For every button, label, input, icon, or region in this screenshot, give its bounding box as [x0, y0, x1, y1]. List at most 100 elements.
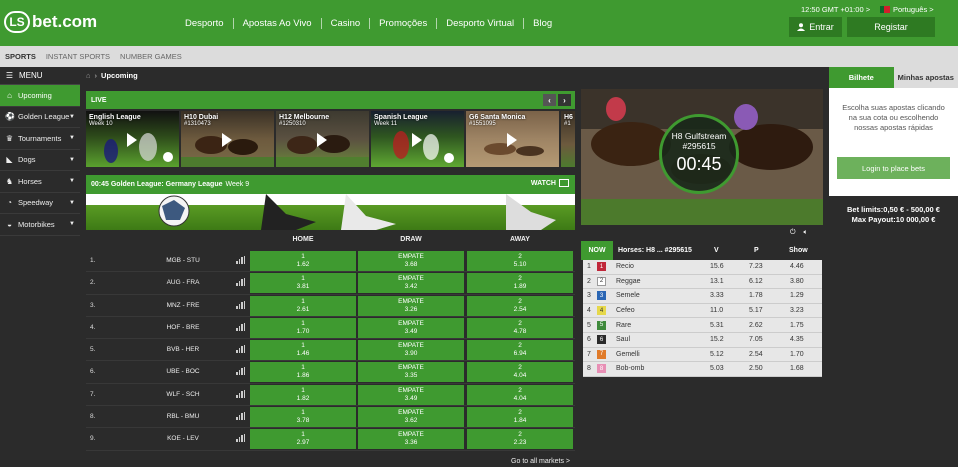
- sidebar-item-tournaments[interactable]: ♛ Tournaments ▼: [0, 128, 80, 150]
- power-icon[interactable]: ⏻: [790, 229, 796, 237]
- watch-button[interactable]: WATCH: [531, 179, 569, 187]
- odd-home-button[interactable]: 1 3.81: [250, 273, 356, 294]
- stats-icon[interactable]: [236, 389, 245, 398]
- odd-home-button[interactable]: 1 1.82: [250, 384, 356, 405]
- runner-place-odd[interactable]: 2.50: [749, 365, 763, 372]
- runner-win-odd[interactable]: 5.31: [710, 322, 724, 329]
- runner-row[interactable]: 4 4 Cefeo 11.0 5.17 3.23: [583, 304, 822, 319]
- tab-minhas-apostas[interactable]: Minhas apostas: [893, 67, 958, 88]
- odd-home-button[interactable]: 1 1.86: [250, 362, 356, 383]
- odd-home-button[interactable]: 1 3.78: [250, 407, 356, 428]
- runner-place-odd[interactable]: 5.17: [749, 307, 763, 314]
- subnav-sports[interactable]: SPORTS: [0, 52, 41, 61]
- stats-icon[interactable]: [236, 412, 245, 421]
- odd-draw-button[interactable]: EMPATE 3.62: [358, 407, 464, 428]
- live-event-thumb[interactable]: Spanish League Week 11: [371, 111, 464, 167]
- nav-apostas-ao-vivo[interactable]: Apostas Ao Vivo: [234, 18, 322, 29]
- subnav-instant-sports[interactable]: INSTANT SPORTS: [41, 52, 115, 61]
- runner-show-odd[interactable]: 4.46: [790, 263, 804, 270]
- runner-show-odd[interactable]: 1.29: [790, 292, 804, 299]
- live-event-thumb[interactable]: G6 Santa Monica #1551095: [466, 111, 559, 167]
- odd-away-button[interactable]: 2 1.84: [467, 407, 573, 428]
- sidebar-item-speedway[interactable]: ◔ Speedway ▼: [0, 193, 80, 214]
- runner-show-odd[interactable]: 3.23: [790, 307, 804, 314]
- runner-show-odd[interactable]: 1.70: [790, 351, 804, 358]
- odd-draw-button[interactable]: EMPATE 3.26: [358, 295, 464, 316]
- volume-icon[interactable]: 🔈︎: [804, 229, 808, 237]
- stats-icon[interactable]: [236, 322, 245, 331]
- login-to-bet-button[interactable]: Login to place bets: [837, 157, 950, 179]
- race-video[interactable]: H8 Gulfstream #295615 00:45: [581, 89, 823, 225]
- stats-icon[interactable]: [236, 345, 245, 354]
- now-tab[interactable]: NOW: [581, 241, 613, 260]
- runner-row[interactable]: 1 1 Recio 15.6 7.23 4.46: [583, 260, 822, 275]
- home-icon[interactable]: ⌂: [86, 71, 91, 80]
- login-button[interactable]: Entrar: [789, 17, 842, 37]
- runner-show-odd[interactable]: 3.80: [790, 278, 804, 285]
- runner-win-odd[interactable]: 13.1: [710, 278, 724, 285]
- odd-draw-button[interactable]: EMPATE 3.90: [358, 340, 464, 361]
- live-event-thumb[interactable]: English League Week 10: [86, 111, 179, 167]
- nav-desporto-virtual[interactable]: Desporto Virtual: [437, 18, 525, 29]
- stats-icon[interactable]: [236, 278, 245, 287]
- live-event-thumb[interactable]: H6 #1: [561, 111, 575, 167]
- runner-place-odd[interactable]: 1.78: [749, 292, 763, 299]
- runner-place-odd[interactable]: 2.62: [749, 322, 763, 329]
- odd-draw-button[interactable]: EMPATE 3.36: [358, 429, 464, 450]
- live-event-thumb[interactable]: H10 Dubai #1310473: [181, 111, 274, 167]
- subnav-number-games[interactable]: NUMBER GAMES: [115, 52, 187, 61]
- stats-icon[interactable]: [236, 256, 245, 264]
- register-button[interactable]: Registar: [847, 17, 935, 37]
- menu-toggle[interactable]: ☰ MENU: [0, 67, 80, 85]
- odd-home-button[interactable]: 1 1.62: [250, 251, 356, 271]
- odd-away-button[interactable]: 2 2.54: [467, 295, 573, 316]
- odd-away-button[interactable]: 2 4.04: [467, 362, 573, 383]
- runner-win-odd[interactable]: 11.0: [710, 307, 723, 314]
- odd-draw-button[interactable]: EMPATE 3.35: [358, 362, 464, 383]
- odd-home-button[interactable]: 1 1.70: [250, 317, 356, 338]
- sidebar-item-motorbikes[interactable]: ◒ Motorbikes ▼: [0, 214, 80, 236]
- odd-draw-button[interactable]: EMPATE 3.68: [358, 251, 464, 271]
- clock[interactable]: 12:50 GMT +01:00 >: [801, 5, 870, 14]
- runner-row[interactable]: 3 3 Semele 3.33 1.78 1.29: [583, 289, 822, 304]
- odd-draw-button[interactable]: EMPATE 3.42: [358, 273, 464, 294]
- odd-home-button[interactable]: 1 2.61: [250, 295, 356, 316]
- runner-win-odd[interactable]: 5.12: [710, 351, 724, 358]
- runner-place-odd[interactable]: 7.23: [749, 263, 763, 270]
- odd-home-button[interactable]: 1 2.97: [250, 429, 356, 450]
- runner-place-odd[interactable]: 6.12: [749, 278, 763, 285]
- live-event-thumb[interactable]: H12 Melbourne #1250310: [276, 111, 369, 167]
- odd-home-button[interactable]: 1 1.46: [250, 340, 356, 361]
- stats-icon[interactable]: [236, 300, 245, 309]
- runner-win-odd[interactable]: 15.2: [710, 336, 724, 343]
- tab-bilhete[interactable]: Bilhete: [829, 67, 894, 88]
- runner-place-odd[interactable]: 7.05: [749, 336, 763, 343]
- runner-place-odd[interactable]: 2.54: [749, 351, 763, 358]
- runner-win-odd[interactable]: 3.33: [710, 292, 724, 299]
- odd-draw-button[interactable]: EMPATE 3.49: [358, 384, 464, 405]
- odd-draw-button[interactable]: EMPATE 3.49: [358, 317, 464, 338]
- prev-arrow-icon[interactable]: ‹: [543, 94, 556, 106]
- sidebar-item-upcoming[interactable]: ⌂ Upcoming: [0, 85, 80, 107]
- logo[interactable]: LS bet.com: [4, 10, 97, 34]
- odd-away-button[interactable]: 2 4.04: [467, 384, 573, 405]
- odd-away-button[interactable]: 2 6.94: [467, 340, 573, 361]
- runner-row[interactable]: 7 7 Gemelli 5.12 2.54 1.70: [583, 348, 822, 363]
- runner-win-odd[interactable]: 5.03: [710, 365, 724, 372]
- odd-away-button[interactable]: 2 1.89: [467, 273, 573, 294]
- nav-casino[interactable]: Casino: [322, 18, 371, 29]
- stats-icon[interactable]: [236, 434, 245, 443]
- runner-show-odd[interactable]: 4.35: [790, 336, 804, 343]
- runner-row[interactable]: 5 5 Rare 5.31 2.62 1.75: [583, 318, 822, 333]
- stats-icon[interactable]: [236, 367, 245, 376]
- runner-row[interactable]: 2 2 Reggae 13.1 6.12 3.80: [583, 275, 822, 290]
- odd-away-button[interactable]: 2 5.10: [467, 251, 573, 271]
- language-selector[interactable]: Português >: [880, 5, 934, 14]
- nav-promocoes[interactable]: Promoções: [370, 18, 438, 29]
- go-to-all-markets-link[interactable]: Go to all markets >: [511, 458, 570, 465]
- sidebar-item-horses[interactable]: ♞ Horses ▼: [0, 171, 80, 193]
- runner-row[interactable]: 6 6 Saul 15.2 7.05 4.35: [583, 333, 822, 348]
- next-arrow-icon[interactable]: ›: [558, 94, 571, 106]
- sidebar-item-golden-league[interactable]: ⚽ Golden League ▼: [0, 107, 80, 128]
- runner-show-odd[interactable]: 1.75: [790, 322, 804, 329]
